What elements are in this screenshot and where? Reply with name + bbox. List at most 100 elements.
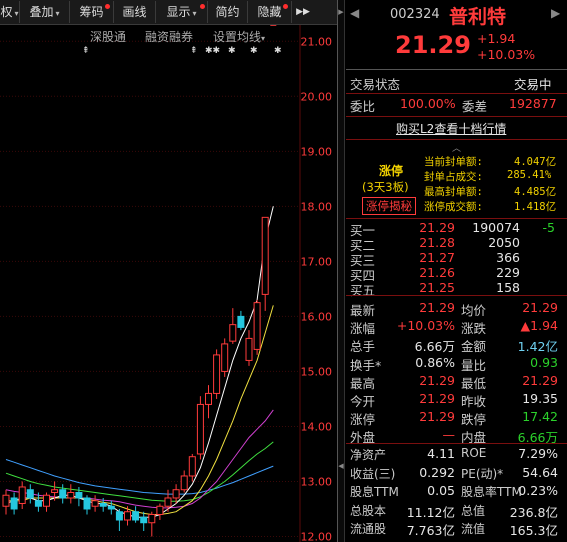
bid-row[interactable]: 买一 21.29 190074 -5 (346, 220, 567, 238)
fin-label: 股息TTM (350, 485, 399, 499)
bid-price: 21.28 (419, 235, 455, 250)
expand-arrow-icon[interactable]: ◀ (338, 462, 344, 470)
stat-label: 今开 (350, 394, 376, 409)
candle-body (245, 337, 253, 361)
toolbar-more-icon[interactable]: ▶▶ (292, 1, 314, 23)
last-price: 21.29 (395, 31, 471, 59)
stock-title-row: ◀ 002324 普利特 ▶ (346, 2, 567, 28)
chart-subheader: 深股通 融资融券 设置均线▾ (0, 25, 300, 45)
l2-link-row: 购买L2查看十档行情 (346, 118, 567, 138)
event-marker[interactable]: ✱ (274, 46, 282, 56)
candle-body (188, 456, 196, 477)
limit-up-reveal-button[interactable]: 涨停揭秘 (362, 197, 416, 215)
kline-panel: 21.00 20.00 19.00 18.00 17.00 16.00 15.00 14.00… (0, 0, 337, 542)
stat-label: 跌停 (461, 412, 487, 428)
candle-body (34, 500, 42, 507)
event-marker[interactable]: ✱✱ (205, 46, 220, 56)
toolbar-simple-button[interactable]: 简约 (208, 1, 248, 23)
fin-label: 净资产 (350, 448, 387, 462)
event-marker[interactable]: ✱ (250, 46, 258, 56)
next-stock-icon[interactable]: ▶ (551, 6, 560, 20)
stat-row: 涨停 21.29 跌停 17.42 (346, 408, 567, 428)
toolbar-chips-button[interactable]: 筹码 (70, 1, 114, 23)
stat-label: 金额 (461, 339, 487, 355)
fin-value: 165.3亿 (509, 523, 558, 538)
stock-name[interactable]: 普利特 (449, 2, 506, 29)
bid-row[interactable]: 买五 21.25 158 (346, 280, 567, 298)
bid-price: 21.29 (419, 220, 455, 235)
fin-row: 净资产 4.11 ROE 7.29% (346, 445, 567, 463)
fin-value: 0.23% (518, 483, 558, 498)
event-marker[interactable]: ✱ (228, 46, 236, 56)
stat-label: 均价 (461, 303, 487, 318)
notification-dot (200, 4, 205, 9)
bid-volume: 158 (496, 280, 520, 295)
stat-value: 21.29 (522, 300, 558, 315)
fin-row: 股息TTM 0.05 股息率TTM 0.23% (346, 482, 567, 500)
fin-label: 收益(三) (350, 466, 396, 481)
stat-label: 涨停 (350, 412, 376, 428)
bid-row[interactable]: 买二 21.28 2050 (346, 235, 567, 253)
fin-row: 总股本 11.12亿 总值 236.8亿 (346, 501, 567, 520)
stat-value: 19.35 (522, 391, 558, 406)
stat-value: 1.42亿 (517, 339, 558, 355)
candle-body (172, 489, 180, 499)
stat-label: 量比 (461, 357, 487, 373)
bid-volume: 366 (496, 250, 520, 265)
candle-body (132, 511, 140, 521)
candle-body (43, 494, 50, 507)
stat-label: 最新 (350, 303, 376, 318)
bid-row[interactable]: 买三 21.27 366 (346, 250, 567, 268)
toolbar-hide-button[interactable]: 隐藏 (248, 1, 292, 23)
limit-up-days: (3天3板) (362, 180, 409, 194)
ma-line-ma60 (5, 459, 274, 495)
event-marker[interactable]: ⇞ (82, 46, 90, 56)
stat-value: — (442, 427, 456, 443)
buy-l2-link[interactable]: 购买L2查看十档行情 (396, 120, 506, 137)
fin-value: 7.763亿 (406, 523, 455, 538)
fin-value: 7.29% (518, 446, 558, 461)
notification-dot (283, 4, 288, 9)
fin-row: 收益(三) 0.292 PE(动)* 54.64 (346, 464, 567, 482)
event-marker[interactable]: ⇞ (190, 46, 198, 56)
toolbar-display-button[interactable]: 显示 ▾ (156, 1, 208, 23)
bid-volume: 2050 (488, 235, 520, 250)
fin-value: 0.05 (427, 483, 455, 498)
stat-label: 涨幅 (350, 321, 376, 337)
candle-body (196, 403, 204, 455)
candle-body (107, 505, 115, 510)
toolbar-overlay-button[interactable]: 叠加 ▾ (20, 1, 70, 23)
candle-body (91, 500, 99, 507)
ma-setting-button[interactable]: 设置均线▾ (213, 28, 265, 45)
collapse-arrow-icon[interactable]: ▶ (338, 8, 344, 16)
candle-body (59, 489, 67, 499)
shenguton-link[interactable]: 深股通 (90, 28, 126, 45)
prev-stock-icon[interactable]: ◀ (350, 6, 359, 20)
stat-row: 最新 21.29 均价 21.29 (346, 299, 567, 318)
stat-label: 最高 (350, 375, 376, 391)
stat-value: 0.86% (415, 354, 455, 370)
fin-value: 236.8亿 (509, 504, 558, 520)
limit-up-title: 涨停 (379, 164, 404, 178)
bid-row[interactable]: 买四 21.26 229 (346, 265, 567, 283)
bid-volume: 190074 (472, 220, 520, 235)
weibi-row: 委比 100.00% 委差 192877 (350, 96, 557, 114)
y-tick-label: 19.00 (301, 145, 333, 158)
stock-code: 002324 (390, 7, 440, 22)
y-tick-label: 12.00 (301, 530, 333, 542)
margin-trading-link[interactable]: 融资融券 (145, 28, 193, 45)
kline-chart[interactable]: 21.00 20.00 19.00 18.00 17.00 16.00 15.00 14.00… (0, 0, 337, 542)
stat-row: 最高 21.29 最低 21.29 (346, 372, 567, 391)
candle-body (67, 491, 75, 499)
stat-row: 涨幅 +10.03% 涨跌 ▲1.94 (346, 317, 567, 337)
stat-value: 17.42 (522, 409, 558, 425)
panel-splitter[interactable]: ▶ ◀ (337, 0, 345, 542)
stat-label: 最低 (461, 375, 487, 391)
stat-value: 21.29 (419, 372, 455, 388)
toolbar-quan-button[interactable]: 权 ▾ (0, 1, 20, 23)
toolbar-draw-button[interactable]: 画线 (114, 1, 156, 23)
fin-label: 流值 (461, 522, 486, 536)
bid-volume: 229 (496, 265, 520, 280)
candle-body (229, 324, 237, 342)
candle-body (2, 494, 10, 507)
